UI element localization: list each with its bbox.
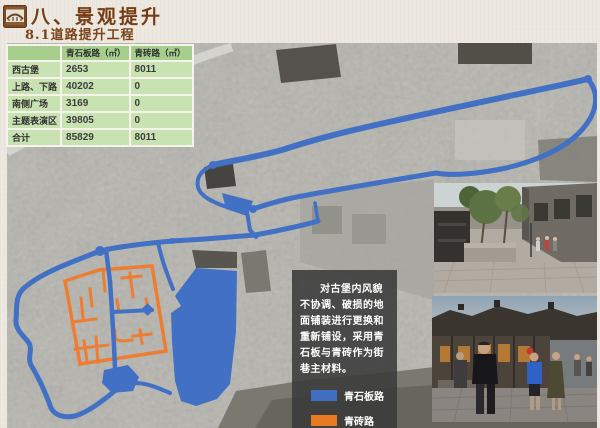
road-area-table: 青石板路（㎡） 青砖路（㎡） 西古堡 2653 8011 上路、下路 40202… [6, 44, 194, 147]
legend-item-stone-road: 青石板路 [300, 388, 389, 403]
performance-area-overlay [171, 268, 237, 406]
header-stone-road: 青石板路（㎡） [61, 45, 130, 61]
legend-label: 青砖路 [344, 413, 374, 428]
bridge-stamp-icon [3, 5, 27, 28]
row-label: 南侧广场 [7, 95, 61, 112]
table-row: 南侧广场 3169 0 [7, 95, 193, 112]
pavement [432, 388, 597, 422]
stone-value: 2653 [61, 61, 130, 78]
row-label: 主题表演区 [7, 112, 61, 129]
road-area-table-container: 青石板路（㎡） 青砖路（㎡） 西古堡 2653 8011 上路、下路 40202… [6, 44, 194, 147]
row-label: 上路、下路 [7, 78, 61, 95]
table-row-total: 合计 85829 8011 [7, 129, 193, 146]
field-above-pond [192, 250, 237, 268]
row-label: 西古堡 [7, 61, 61, 78]
stone-value: 40202 [61, 78, 130, 95]
planter [464, 243, 516, 248]
legend-label: 青石板路 [344, 388, 384, 403]
section-subtitle: 8.1道路提升工程 [25, 24, 135, 43]
street-photo-dusk [432, 296, 597, 422]
table-header-row: 青石板路（㎡） 青砖路（㎡） [7, 45, 193, 61]
legend: 青石板路 青砖路 [300, 388, 389, 428]
brick-value: 0 [130, 95, 193, 112]
brick-value: 0 [130, 112, 193, 129]
field-right-of-pond [241, 250, 271, 293]
table-row: 西古堡 2653 8011 [7, 61, 193, 78]
brick-value: 0 [130, 78, 193, 95]
dark-field-topright [458, 43, 532, 64]
header-brick-road: 青砖路（㎡） [130, 45, 193, 61]
stone-value: 85829 [61, 129, 130, 146]
stone-road-color-swatch [311, 390, 337, 401]
header-empty [7, 45, 61, 61]
description-text: 对古堡内风貌不协调、破损的地面铺装进行更换和重新铺设，采用青石板与青砖作为街巷主… [300, 282, 389, 378]
pedestrians [536, 236, 557, 251]
street-photo-day [434, 183, 597, 293]
dark-field [276, 44, 341, 83]
stone-value: 39805 [61, 112, 130, 129]
legend-item-brick-road: 青砖路 [300, 413, 389, 428]
brick-value: 8011 [130, 61, 193, 78]
table-row: 上路、下路 40202 0 [7, 78, 193, 95]
row-label: 合计 [7, 129, 61, 146]
description-panel: 对古堡内风貌不协调、破损的地面铺装进行更换和重新铺设，采用青石板与青砖作为街巷主… [292, 270, 397, 428]
brick-road-color-swatch [311, 415, 337, 426]
brick-value: 8011 [130, 129, 193, 146]
table-row: 主题表演区 39805 0 [7, 112, 193, 129]
slide-canvas: 对古堡内风貌不协调、破损的地面铺装进行更换和重新铺设，采用青石板与青砖作为街巷主… [0, 0, 600, 428]
stone-value: 3169 [61, 95, 130, 112]
